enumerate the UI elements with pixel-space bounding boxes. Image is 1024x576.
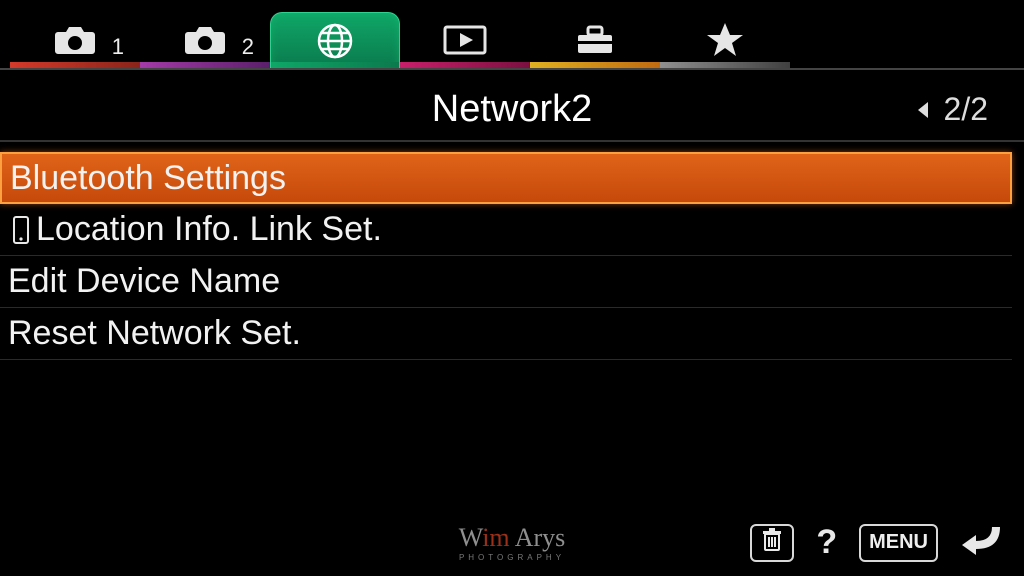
back-button[interactable]	[960, 521, 1004, 564]
star-icon	[705, 20, 745, 60]
title-row: Network2 2/2	[0, 84, 1024, 134]
page-count: 2/2	[944, 91, 988, 128]
tab-playback[interactable]	[400, 12, 530, 68]
chevron-left-icon[interactable]	[916, 91, 930, 128]
menu-list: Bluetooth Settings Location Info. Link S…	[0, 152, 1012, 360]
footer-bar: ? MENU	[750, 521, 1004, 564]
tab-network[interactable]	[270, 12, 400, 68]
camera-icon	[184, 24, 226, 56]
trash-icon	[762, 528, 782, 558]
top-tab-strip: 1 2	[0, 0, 1024, 68]
camera-icon	[54, 24, 96, 56]
tab-sub-2: 2	[242, 34, 254, 60]
back-arrow-icon	[960, 521, 1004, 564]
page-title: Network2	[432, 88, 593, 131]
tab-setup[interactable]	[530, 12, 660, 68]
menu-button[interactable]: MENU	[859, 524, 938, 562]
divider	[0, 140, 1024, 142]
camera-menu-screen: 1 2	[0, 0, 1024, 576]
tab-camera1[interactable]: 1	[10, 12, 140, 68]
smartphone-icon	[8, 216, 34, 244]
toolbox-icon	[574, 23, 616, 57]
menu-item-bluetooth-settings[interactable]: Bluetooth Settings	[0, 152, 1012, 204]
watermark: Wim Arys PHOTOGRAPHY	[459, 523, 566, 562]
menu-item-label: Edit Device Name	[8, 262, 280, 301]
menu-button-label: MENU	[869, 531, 928, 554]
menu-item-reset-network[interactable]: Reset Network Set.	[0, 308, 1012, 360]
tab-favorite[interactable]	[660, 12, 790, 68]
menu-item-label: Bluetooth Settings	[10, 159, 286, 198]
playback-icon	[443, 25, 487, 55]
divider	[0, 68, 1024, 70]
tab-camera2[interactable]: 2	[140, 12, 270, 68]
page-indicator[interactable]: 2/2	[916, 91, 988, 128]
globe-icon	[315, 21, 355, 61]
delete-button[interactable]	[750, 524, 794, 562]
menu-item-label: Location Info. Link Set.	[36, 210, 382, 249]
menu-item-edit-device-name[interactable]: Edit Device Name	[0, 256, 1012, 308]
menu-item-location-info-link[interactable]: Location Info. Link Set.	[0, 204, 1012, 256]
tab-sub-1: 1	[112, 34, 124, 60]
help-button[interactable]: ?	[816, 523, 837, 562]
menu-item-label: Reset Network Set.	[8, 314, 301, 353]
